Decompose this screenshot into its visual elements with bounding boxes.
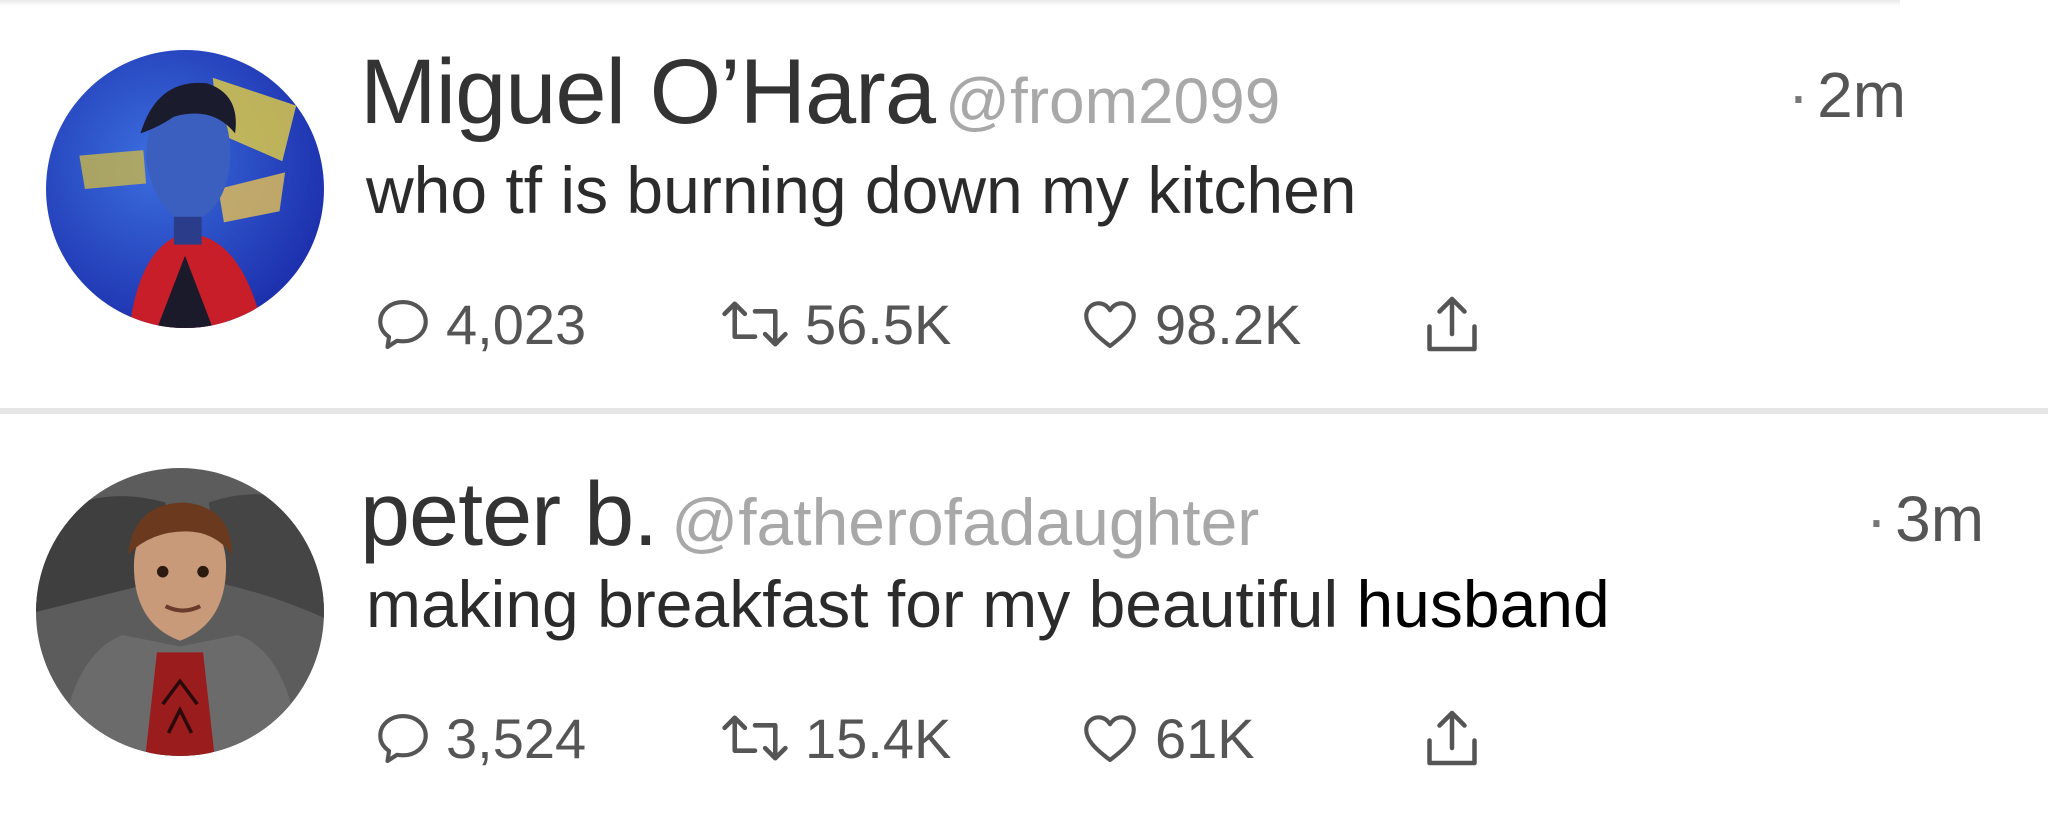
time-separator: ·	[1787, 59, 1810, 131]
avatar[interactable]	[46, 50, 324, 328]
tweet-text-edited-word: husband	[1356, 567, 1610, 641]
reply-count: 4,023	[446, 292, 587, 356]
reply-icon	[378, 299, 428, 350]
reply-button[interactable]: 3,524	[372, 698, 586, 778]
tweet-divider	[0, 408, 2048, 414]
retweet-count: 56.5K	[805, 292, 952, 356]
tweet-text: making breakfast for my beautiful husban…	[366, 566, 1610, 642]
retweet-button[interactable]: 56.5K	[717, 284, 951, 364]
like-count: 98.2K	[1155, 292, 1302, 356]
tweet-text-content: making breakfast for my beautiful	[366, 567, 1339, 641]
like-button[interactable]: 98.2K	[1077, 284, 1301, 364]
user-handle[interactable]: @from2099	[945, 65, 1280, 137]
reply-button[interactable]: 4,023	[372, 284, 586, 364]
share-button[interactable]	[1422, 698, 1482, 778]
timestamp[interactable]: · 2m	[1788, 58, 1906, 132]
tweet-header: Miguel O’Hara @from2099	[360, 40, 1280, 145]
display-name[interactable]: peter b.	[360, 465, 658, 565]
share-icon	[1427, 710, 1477, 766]
reply-count: 3,524	[446, 706, 587, 770]
like-button[interactable]: 61K	[1077, 698, 1255, 778]
tweet-actions: 4,023 56.5K 98.2K	[372, 284, 1572, 364]
reply-icon	[378, 713, 428, 764]
retweet-button[interactable]: 15.4K	[717, 698, 951, 778]
time-label: 2m	[1817, 59, 1906, 131]
avatar[interactable]	[36, 468, 324, 756]
like-count: 61K	[1155, 706, 1255, 770]
tweet-actions: 3,524 15.4K 61K	[372, 698, 1572, 778]
share-icon	[1427, 296, 1477, 352]
heart-icon	[1084, 301, 1136, 349]
tweet-text-content: who tf is burning down my kitchen	[366, 153, 1357, 227]
heart-icon	[1084, 715, 1136, 763]
user-handle[interactable]: @fatherofadaughter	[671, 485, 1259, 559]
timestamp[interactable]: · 3m	[1866, 482, 1984, 556]
share-button[interactable]	[1422, 284, 1482, 364]
time-label: 3m	[1895, 483, 1984, 555]
tweet[interactable]: peter b. @fatherofadaughter · 3m making br…	[0, 416, 2048, 823]
retweet-icon	[722, 301, 788, 347]
time-separator: ·	[1865, 483, 1888, 555]
retweet-count: 15.4K	[805, 706, 952, 770]
tweet-text: who tf is burning down my kitchen	[366, 152, 1356, 228]
display-name[interactable]: Miguel O’Hara	[360, 41, 936, 143]
tweet[interactable]: Miguel O’Hara @from2099 · 2m who tf is bur…	[0, 0, 2048, 410]
tweet-header: peter b. @fatherofadaughter	[360, 464, 1259, 567]
retweet-icon	[722, 715, 788, 761]
avatar-image	[36, 468, 324, 756]
avatar-image	[46, 50, 324, 328]
